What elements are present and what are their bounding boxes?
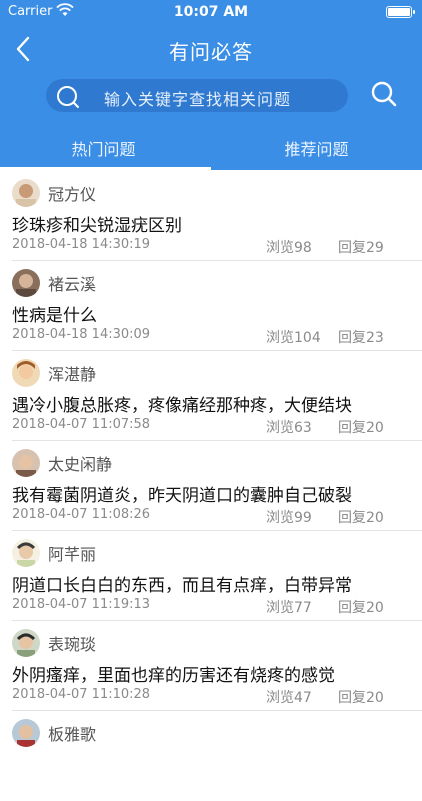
question-list: 冠方仪 珍珠疹和尖锐湿疣区别 2018-04-18 14:30:19 浏览98 … (0, 171, 422, 801)
avatar (12, 359, 40, 387)
reply-count: 回复29 (338, 240, 384, 256)
view-count: 浏览98 (266, 240, 312, 256)
list-item[interactable]: 褚云溪 性病是什么 2018-04-18 14:30:09 浏览104 回复23 (0, 261, 422, 351)
view-count: 浏览77 (266, 600, 312, 616)
list-item[interactable]: 阿芊丽 阴道口长白白的东西，而且有点痒，白带异常 2018-04-07 11:1… (0, 531, 422, 621)
view-count: 浏览104 (266, 330, 321, 346)
tab-indicator (0, 167, 211, 170)
user-name: 浑湛静 (48, 365, 97, 384)
post-date: 2018-04-07 11:19:13 (12, 597, 151, 612)
search-placeholder: 输入关键字查找相关问题 (104, 90, 292, 109)
user-name: 阿芊丽 (48, 545, 97, 564)
question-title: 外阴瘙痒，里面也痒的历害还有烧疼的感觉 (12, 666, 335, 686)
question-title: 珍珠疹和尖锐湿疣区别 (12, 216, 182, 236)
post-date: 2018-04-07 11:10:28 (12, 687, 151, 702)
user-name: 褚云溪 (48, 275, 97, 294)
question-title: 性病是什么 (12, 306, 97, 326)
question-title: 我有霉菌阴道炎，昨天阴道口的囊肿自己破裂 (12, 486, 352, 506)
list-item[interactable]: 冠方仪 珍珠疹和尖锐湿疣区别 2018-04-18 14:30:19 浏览98 … (0, 171, 422, 261)
reply-count: 回复20 (338, 690, 384, 706)
reply-count: 回复20 (338, 510, 384, 526)
user-name: 冠方仪 (48, 185, 97, 204)
reply-count: 回复23 (338, 330, 384, 346)
status-bar: Carrier 10:07 AM (0, 0, 422, 26)
list-item[interactable]: 板雅歌 (0, 711, 422, 801)
list-item[interactable]: 表琬琰 外阴瘙痒，里面也痒的历害还有烧疼的感觉 2018-04-07 11:10… (0, 621, 422, 711)
question-title: 阴道口长白白的东西，而且有点痒，白带异常 (12, 576, 352, 596)
post-date: 2018-04-18 14:30:19 (12, 237, 151, 252)
list-item[interactable]: 太史闲静 我有霉菌阴道炎，昨天阴道口的囊肿自己破裂 2018-04-07 11:… (0, 441, 422, 531)
reply-count: 回复20 (338, 600, 384, 616)
page-title: 有问必答 (169, 40, 253, 64)
post-date: 2018-04-07 11:08:26 (12, 507, 151, 522)
avatar (12, 539, 40, 567)
search-button-icon[interactable] (370, 80, 398, 108)
list-item[interactable]: 浑湛静 遇冷小腹总胀疼，疼像痛经那种疼，大便结块 2018-04-07 11:0… (0, 351, 422, 441)
avatar (12, 449, 40, 477)
user-name: 板雅歌 (48, 725, 97, 744)
post-date: 2018-04-18 14:30:09 (12, 327, 151, 342)
search-icon (57, 86, 79, 108)
tab-recommended[interactable]: 推荐问题 (211, 136, 422, 160)
post-date: 2018-04-07 11:07:58 (12, 417, 151, 432)
question-title: 遇冷小腹总胀疼，疼像痛经那种疼，大便结块 (12, 396, 352, 416)
view-count: 浏览47 (266, 690, 312, 706)
battery-icon (386, 6, 415, 18)
avatar (12, 179, 40, 207)
avatar (12, 629, 40, 657)
reply-count: 回复20 (338, 420, 384, 436)
tab-bar: 热门问题 推荐问题 (0, 124, 422, 170)
header: Carrier 10:07 AM 有问必答 输入关键字查找相关问题 热门问题 推… (0, 0, 422, 170)
tab-hot[interactable]: 热门问题 (0, 136, 209, 160)
avatar (12, 719, 40, 747)
user-name: 表琬琰 (48, 635, 97, 654)
view-count: 浏览99 (266, 510, 312, 526)
user-name: 太史闲静 (48, 455, 113, 474)
view-count: 浏览63 (266, 420, 312, 436)
search-input[interactable]: 输入关键字查找相关问题 (46, 79, 348, 112)
avatar (12, 269, 40, 297)
status-time: 10:07 AM (173, 4, 249, 20)
